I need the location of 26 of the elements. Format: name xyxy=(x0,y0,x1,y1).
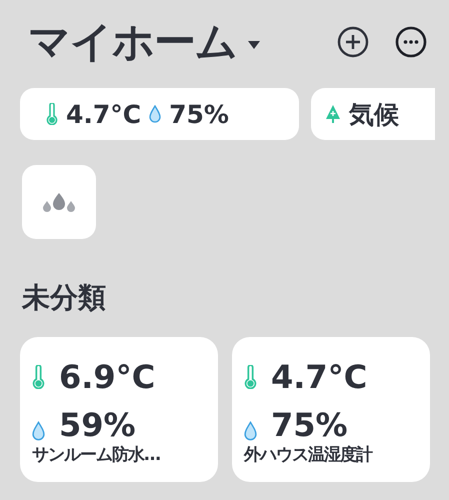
add-icon[interactable] xyxy=(337,26,369,58)
water-drop-icon xyxy=(244,421,257,441)
temperature-reading: 4.7°C xyxy=(66,100,142,128)
section-title: 未分類 xyxy=(22,280,107,316)
device-card[interactable]: 6.9°C 59% サンルーム防水… xyxy=(20,337,218,482)
temperature-reading: 4.7°C xyxy=(271,361,368,393)
more-icon[interactable] xyxy=(395,26,427,58)
humidity-reading: 59% xyxy=(59,409,136,441)
water-drop-icon xyxy=(149,105,162,123)
weather-chip[interactable]: 気候 xyxy=(311,88,435,140)
humidity-reading: 75% xyxy=(271,409,348,441)
climate-chip[interactable]: 4.7°C 75% xyxy=(20,88,299,140)
temperature-reading: 6.9°C xyxy=(59,361,156,393)
water-drop-icon xyxy=(32,421,45,441)
scene-tile[interactable] xyxy=(22,165,96,239)
thermometer-icon xyxy=(32,365,45,389)
thermometer-icon xyxy=(46,103,58,125)
weather-label: 気候 xyxy=(349,98,399,130)
caret-icon[interactable] xyxy=(247,40,261,50)
thermometer-icon xyxy=(244,365,257,389)
tree-icon xyxy=(325,104,341,124)
device-name: サンルーム防水… xyxy=(32,444,161,466)
home-title[interactable]: マイホーム xyxy=(28,14,237,70)
humidity-reading: 75% xyxy=(169,100,229,128)
device-name: 外ハウス温湿度計 xyxy=(244,444,374,466)
device-card[interactable]: 4.7°C 75% 外ハウス温湿度計 xyxy=(232,337,430,482)
